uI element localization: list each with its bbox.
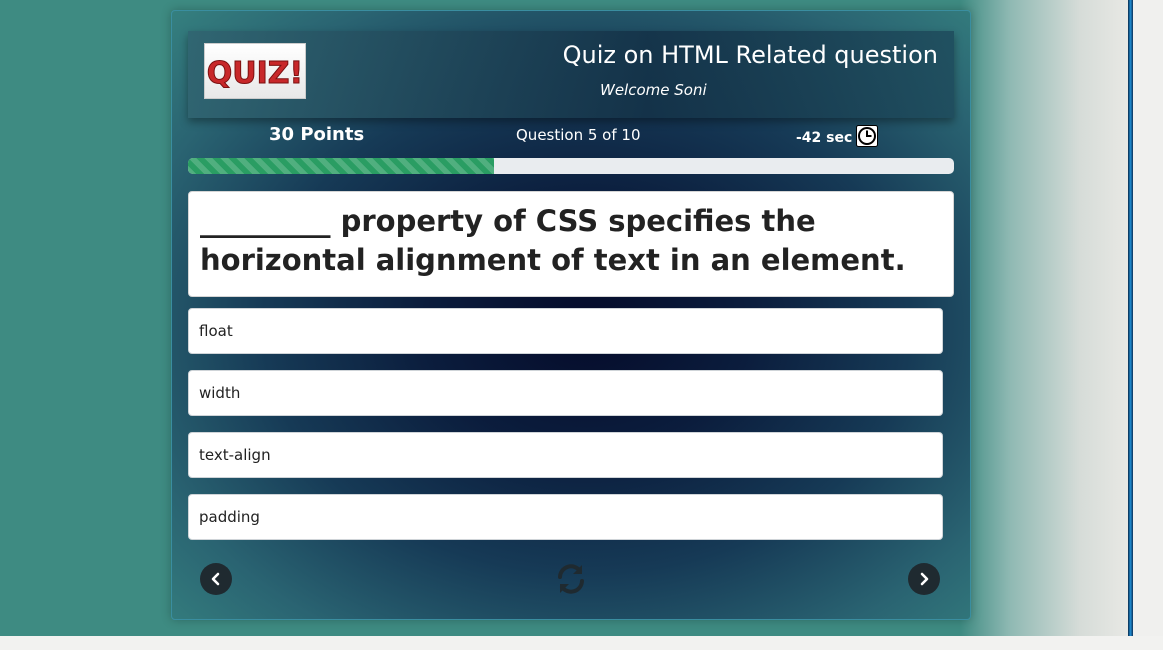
timer: -42 sec	[796, 125, 879, 151]
chevron-right-icon	[920, 572, 929, 586]
answer-option[interactable]: padding	[188, 494, 943, 540]
quiz-title: Quiz on HTML Related question	[562, 41, 938, 69]
quiz-logo: QUIZ!	[204, 43, 306, 99]
question-counter: Question 5 of 10	[516, 126, 641, 144]
previous-button[interactable]	[200, 563, 232, 595]
question-text: _________ property of CSS specifies the …	[188, 191, 954, 297]
next-button[interactable]	[908, 563, 940, 595]
quiz-card: QUIZ! Quiz on HTML Related question Welc…	[171, 10, 971, 620]
quiz-header: QUIZ! Quiz on HTML Related question Welc…	[188, 31, 954, 118]
bottom-strip	[0, 636, 1163, 650]
timer-value: -42 sec	[796, 130, 853, 146]
quiz-logo-text: QUIZ!	[207, 56, 303, 91]
restart-button[interactable]	[554, 562, 588, 596]
quiz-logo-image: QUIZ!	[207, 56, 303, 92]
window-edge	[1128, 0, 1133, 636]
progress-bar	[188, 158, 954, 174]
answer-option[interactable]: width	[188, 370, 943, 416]
quiz-stats: 30 Points Question 5 of 10 -42 sec	[172, 123, 970, 153]
refresh-icon	[558, 564, 584, 594]
answer-option[interactable]: float	[188, 308, 943, 354]
welcome-message: Welcome Soni	[600, 81, 707, 99]
chevron-left-icon	[211, 572, 220, 586]
clock-icon	[856, 125, 879, 151]
answer-option[interactable]: text-align	[188, 432, 943, 478]
progress-fill	[188, 158, 495, 174]
points-display: 30 Points	[269, 124, 365, 145]
